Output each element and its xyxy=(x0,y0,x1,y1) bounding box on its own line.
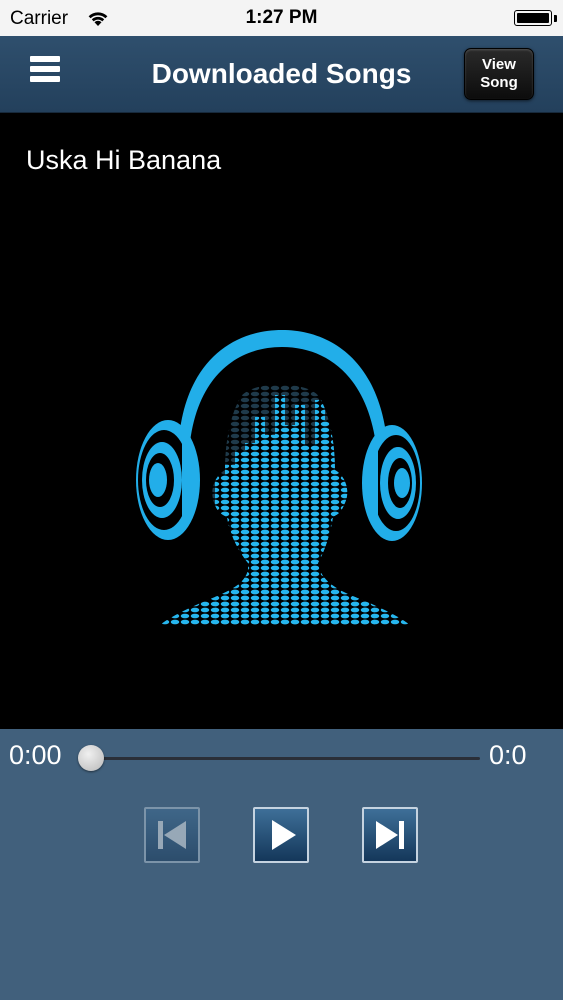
progress-slider-track[interactable] xyxy=(90,757,480,760)
view-song-label-line2: Song xyxy=(480,74,518,91)
status-time: 1:27 PM xyxy=(245,7,318,28)
view-song-button[interactable]: View Song xyxy=(464,48,534,100)
skip-next-icon xyxy=(376,821,404,849)
total-time: 0:0 xyxy=(489,740,527,770)
headphones-equalizer-artwork xyxy=(136,330,422,625)
next-button[interactable] xyxy=(362,807,418,863)
right-earcup xyxy=(362,425,422,541)
view-song-label-line1: View xyxy=(482,56,516,73)
battery-icon xyxy=(514,10,552,26)
skip-previous-icon xyxy=(158,821,186,849)
progress-slider-thumb[interactable] xyxy=(78,745,104,771)
left-earcup xyxy=(136,420,200,540)
battery-fill xyxy=(517,13,549,23)
artwork-panel: Uska Hi Banana xyxy=(0,113,563,729)
player-controls: 0:00 0:0 xyxy=(0,729,563,1000)
status-bar: Carrier 1:27 PM xyxy=(0,0,563,36)
elapsed-time: 0:00 xyxy=(9,740,62,770)
previous-button[interactable] xyxy=(144,807,200,863)
play-button[interactable] xyxy=(253,807,309,863)
battery-tip xyxy=(554,15,557,22)
song-title: Uska Hi Banana xyxy=(26,145,222,175)
nav-bar: Downloaded Songs View Song xyxy=(0,36,563,113)
play-icon xyxy=(272,820,296,850)
